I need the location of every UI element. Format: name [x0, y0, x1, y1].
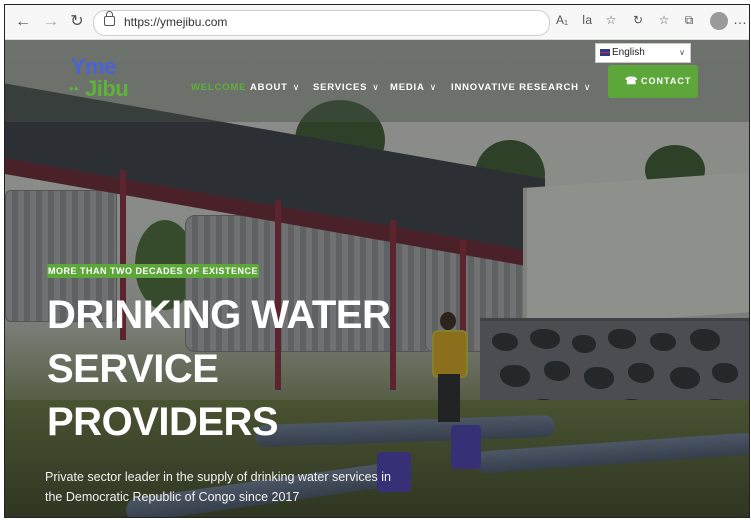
nav-item-label: ABOUT: [250, 82, 288, 93]
back-arrow-icon[interactable]: ←: [13, 12, 33, 32]
lock-icon: [104, 11, 115, 26]
hero-headline-line-1: DRINKING WATER: [47, 293, 391, 337]
favorite-star-icon[interactable]: ☆: [602, 13, 620, 27]
contact-button[interactable]: ☎ CONTACT: [608, 65, 698, 98]
tagline-badge: MORE THAN TWO DECADES OF EXISTENCE: [47, 264, 259, 278]
forward-arrow-icon[interactable]: →: [41, 12, 61, 32]
logo-text-jibu: Jibu: [85, 76, 129, 101]
browser-window: ← → ↻ https://ymejibu.com A₁ اa ☆ ↻ ☆ ⧉ …: [4, 4, 750, 518]
chevron-down-icon: ∨: [429, 82, 438, 92]
chevron-down-icon: ∨: [372, 82, 380, 92]
url-text: https://ymejibu.com: [124, 15, 228, 29]
read-aloud-icon[interactable]: A₁: [553, 13, 571, 27]
nav-item-about[interactable]: ABOUT ∨: [250, 82, 300, 93]
reload-icon[interactable]: ↻: [67, 12, 87, 32]
favorites-icon[interactable]: ☆: [655, 13, 673, 27]
address-bar[interactable]: https://ymejibu.com: [93, 10, 550, 36]
more-icon[interactable]: …: [733, 11, 747, 27]
profile-avatar-icon[interactable]: [710, 12, 728, 30]
hero-section: Yme ●● Jibu WELCOME ABOUT ∨ SERVICES ∨ MED…: [5, 40, 749, 517]
chevron-down-icon: ∨: [292, 82, 301, 92]
nav-item-label: INNOVATIVE RESEARCH: [451, 82, 579, 93]
hero-subtitle-line-2: the Democratic Republic of Congo since 2…: [45, 490, 300, 504]
nav-item-innovative-research[interactable]: INNOVATIVE RESEARCH ∨: [451, 82, 591, 93]
language-selected: English: [612, 47, 645, 58]
chevron-down-icon: ∨: [583, 82, 592, 92]
nav-item-services[interactable]: SERVICES ∨: [313, 82, 380, 93]
hero-headline-line-2: SERVICE: [47, 347, 219, 391]
contact-button-label: CONTACT: [641, 76, 692, 86]
language-select[interactable]: English ∨: [595, 43, 691, 63]
uk-flag-icon: [600, 49, 610, 56]
nav-item-label: SERVICES: [313, 82, 368, 93]
chevron-down-icon: ∨: [679, 48, 685, 57]
extensions-icon[interactable]: ⧉: [680, 13, 698, 28]
nav-item-media[interactable]: MEDIA ∨: [390, 82, 437, 93]
nav-item-welcome[interactable]: WELCOME: [191, 82, 246, 93]
translate-icon[interactable]: اa: [578, 13, 596, 27]
browser-toolbar: ← → ↻ https://ymejibu.com A₁ اa ☆ ↻ ☆ ⧉ …: [5, 5, 749, 40]
site-logo[interactable]: Yme ●● Jibu: [63, 54, 133, 110]
nav-item-label: WELCOME: [191, 82, 247, 93]
nav-item-label: MEDIA: [390, 82, 425, 93]
collections-icon[interactable]: ↻: [629, 13, 647, 27]
phone-icon: ☎: [625, 76, 639, 87]
hero-subtitle-line-1: Private sector leader in the supply of d…: [45, 470, 391, 484]
water-drop-icon: ●●: [69, 84, 79, 93]
hero-headline-line-3: PROVIDERS: [47, 400, 279, 444]
